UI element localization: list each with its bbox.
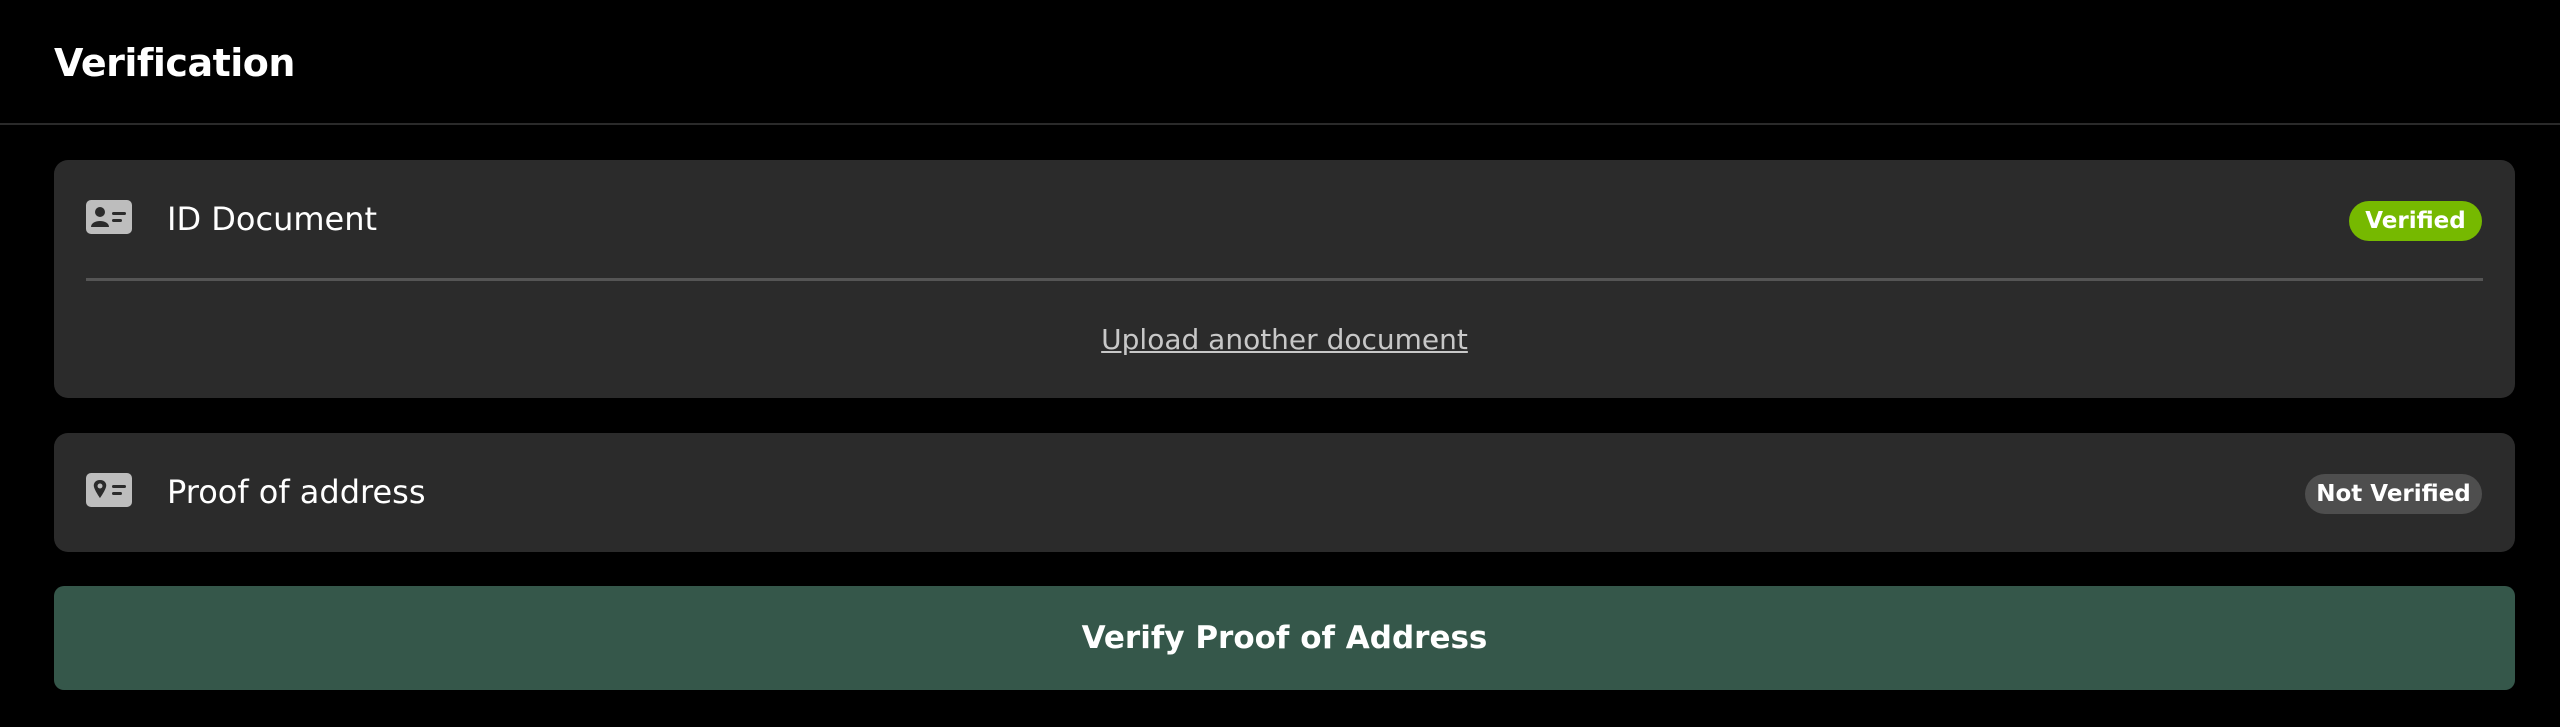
page-header: Verification	[0, 0, 2560, 125]
address-card-icon	[86, 473, 132, 507]
proof-of-address-card: Proof of address Not Verified	[54, 433, 2515, 552]
id-document-label: ID Document	[167, 200, 378, 238]
not-verified-status-badge: Not Verified	[2305, 474, 2482, 514]
verify-proof-of-address-button[interactable]: Verify Proof of Address	[54, 586, 2515, 690]
page-title: Verification	[54, 41, 295, 85]
id-card-icon	[86, 200, 132, 234]
verified-status-badge: Verified	[2349, 201, 2482, 241]
proof-of-address-row[interactable]: Proof of address Not Verified	[54, 433, 2515, 552]
upload-another-document-link[interactable]: Upload another document	[54, 320, 2515, 360]
id-document-row: ID Document Verified	[54, 160, 2515, 279]
id-document-card: ID Document Verified Upload another docu…	[54, 160, 2515, 398]
proof-of-address-label: Proof of address	[167, 473, 426, 511]
card-divider	[86, 278, 2483, 281]
